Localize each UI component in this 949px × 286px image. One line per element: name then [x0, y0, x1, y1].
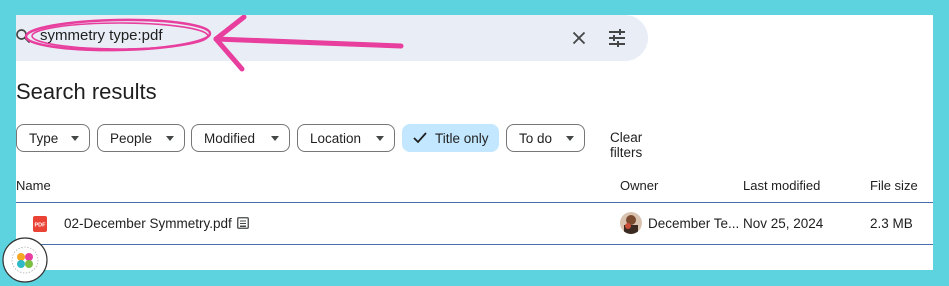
chip-label: To do — [519, 130, 553, 146]
close-icon[interactable] — [568, 27, 590, 49]
filter-chip-type[interactable]: Type — [16, 124, 90, 152]
file-size: 2.3 MB — [870, 216, 913, 231]
chip-label: People — [110, 130, 153, 146]
column-header-owner[interactable]: Owner — [620, 178, 658, 193]
search-bar[interactable]: symmetry type:pdf — [16, 15, 648, 61]
caret-down-icon — [566, 136, 574, 141]
search-icon — [16, 29, 30, 43]
caret-down-icon — [71, 136, 79, 141]
pdf-icon: PDF — [33, 216, 47, 232]
filter-chip-people[interactable]: People — [97, 124, 185, 152]
svg-text:PDF: PDF — [35, 223, 47, 229]
clear-filters-button[interactable]: Clear filters — [610, 130, 642, 160]
column-header-name[interactable]: Name — [16, 178, 51, 193]
filter-chip-title-only[interactable]: Title only — [402, 124, 499, 152]
file-name: 02-December Symmetry.pdf — [64, 216, 232, 231]
row-divider — [16, 244, 933, 245]
chip-label: Modified — [204, 130, 256, 146]
caret-down-icon — [376, 136, 384, 141]
chip-label: Title only — [435, 130, 489, 146]
owner-name: December Te... — [648, 216, 740, 231]
drive-window: symmetry type:pdf Search results Type Pe… — [16, 15, 933, 270]
filter-chip-location[interactable]: Location — [297, 124, 395, 152]
column-header-last-modified[interactable]: Last modified — [743, 178, 820, 193]
chip-label: Type — [29, 130, 59, 146]
avatar — [620, 212, 642, 234]
offline-available-icon — [237, 217, 249, 229]
table-header: Name Owner Last modified File size — [16, 174, 933, 202]
chip-label: Location — [310, 130, 362, 146]
tune-icon[interactable] — [605, 26, 629, 50]
filter-chip-modified[interactable]: Modified — [191, 124, 290, 152]
page-title: Search results — [16, 79, 157, 104]
caret-down-icon — [166, 136, 174, 141]
check-icon — [413, 132, 427, 144]
filter-chip-to-do[interactable]: To do — [506, 124, 585, 152]
last-modified: Nov 25, 2024 — [743, 216, 824, 231]
search-input[interactable]: symmetry type:pdf — [40, 27, 163, 44]
column-header-file-size[interactable]: File size — [870, 178, 918, 193]
table-row[interactable]: PDF 02-December Symmetry.pdf December Te… — [16, 203, 933, 244]
logo — [2, 237, 48, 283]
caret-down-icon — [271, 136, 279, 141]
